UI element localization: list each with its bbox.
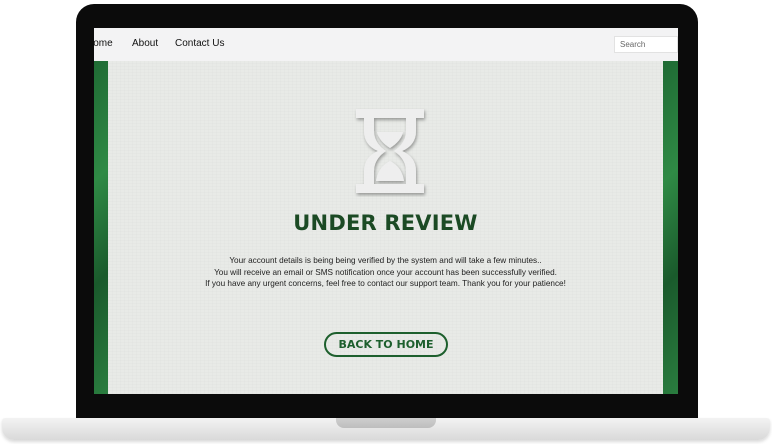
left-green-panel [94, 61, 108, 394]
navbar: Home About Contact Us [94, 28, 678, 61]
status-message: Your account details is being being veri… [108, 255, 663, 290]
nav-link-about[interactable]: About [132, 38, 158, 49]
nav-link-contact-us[interactable]: Contact Us [175, 38, 224, 49]
search-input[interactable] [614, 36, 678, 53]
laptop-notch [336, 418, 436, 428]
laptop-mockup: Home About Contact Us [0, 0, 772, 444]
paper-background: UNDER REVIEW Your account details is bei… [108, 61, 663, 394]
message-line-3: If you have any urgent concerns, feel fr… [205, 279, 566, 288]
nav-link-home[interactable]: Home [94, 38, 113, 49]
back-to-home-button[interactable]: BACK TO HOME [324, 332, 448, 357]
main-content: UNDER REVIEW Your account details is bei… [94, 61, 678, 394]
right-green-panel [663, 61, 678, 394]
screen: Home About Contact Us [94, 28, 678, 394]
page-title: UNDER REVIEW [293, 211, 478, 235]
message-line-2: You will receive an email or SMS notific… [214, 267, 557, 277]
message-line-1: Your account details is being being veri… [229, 256, 542, 265]
hourglass-icon [350, 105, 430, 197]
